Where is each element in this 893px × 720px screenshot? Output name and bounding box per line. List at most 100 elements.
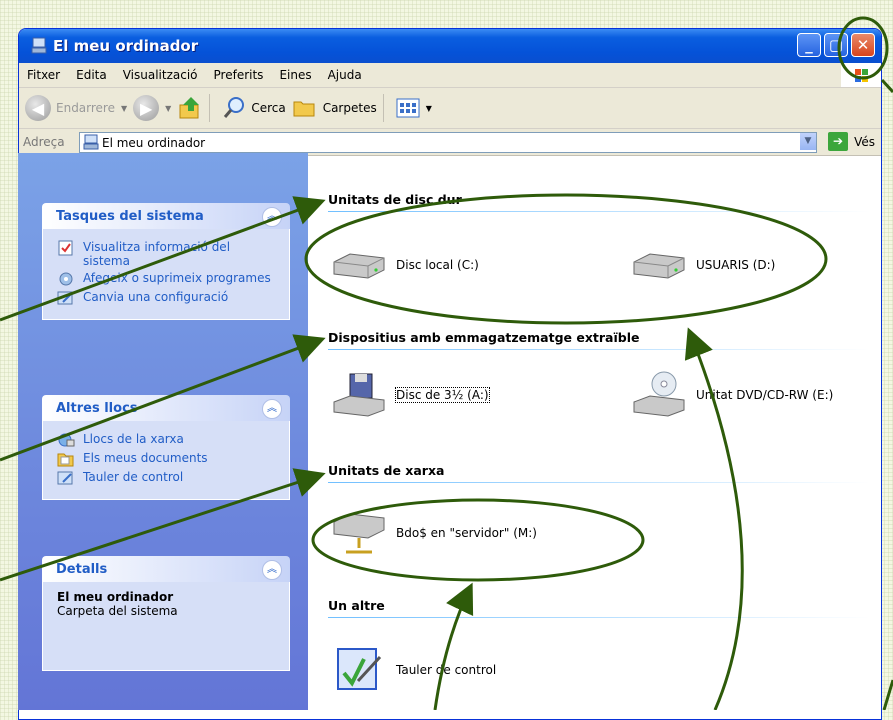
other-places-panel: Altres llocs ︽ Llocs de la xarxa Els meu… (42, 395, 290, 500)
toolbar: ◀ Endarrere ▼ ▶ ▼ Cerca Carpetes ▼ (19, 88, 881, 129)
menu-favorites[interactable]: Preferits (206, 68, 272, 82)
system-tasks-header[interactable]: Tasques del sistema ︽ (42, 203, 290, 229)
up-folder-icon (179, 97, 200, 119)
go-button[interactable]: ➔ Vés (828, 132, 875, 151)
details-title: Detalls (56, 561, 108, 577)
drive-label: Bdo$ en "servidor" (M:) (396, 526, 537, 540)
network-places-icon (58, 433, 75, 447)
address-input[interactable]: El meu ordinador ▼ (79, 132, 817, 153)
content-area: Unitats de disc dur Disc local (C:) USUA… (308, 180, 879, 710)
place-my-documents[interactable]: Els meus documents (57, 451, 279, 467)
back-button[interactable]: ◀ Endarrere ▼ (25, 95, 127, 121)
task-view-system-info[interactable]: Visualitza informació del sistema (57, 240, 279, 268)
place-label: Els meus documents (83, 451, 208, 465)
group-hard-disks: Unitats de disc dur (328, 192, 869, 212)
group-header: Unitats de disc dur (328, 192, 869, 212)
drive-label: Disc local (C:) (396, 258, 479, 272)
control-panel-icon (337, 648, 382, 690)
my-computer-icon (83, 134, 99, 150)
address-dropdown-icon[interactable]: ▼ (799, 133, 816, 150)
drive-a[interactable]: Disc de 3½ (A:) (328, 370, 490, 420)
add-remove-programs-icon (59, 272, 73, 286)
go-arrow-icon: ➔ (828, 132, 849, 151)
drive-label: USUARIS (D:) (696, 258, 776, 272)
place-label: Tauler de control (83, 470, 184, 484)
system-tasks-title: Tasques del sistema (56, 208, 204, 224)
system-info-icon (58, 240, 73, 256)
task-label: Canvia una configuració (83, 290, 229, 304)
search-icon (224, 97, 245, 118)
system-tasks-panel: Tasques del sistema ︽ Visualitza informa… (42, 203, 290, 320)
menu-tools[interactable]: Eines (271, 68, 319, 82)
drive-label: Unitat DVD/CD-RW (E:) (696, 388, 834, 402)
close-button[interactable]: ✕ (851, 33, 875, 57)
my-computer-icon (31, 37, 47, 54)
search-label: Cerca (251, 101, 286, 115)
task-label: Afegeix o suprimeix programes (83, 271, 271, 285)
details-name: El meu ordinador (57, 590, 174, 604)
back-arrow-icon: ◀ (25, 95, 51, 121)
control-panel-icon (57, 471, 73, 485)
views-dropdown-icon[interactable]: ▼ (426, 104, 432, 113)
drive-e[interactable]: Unitat DVD/CD-RW (E:) (628, 370, 833, 420)
folders-icon (293, 101, 315, 117)
other-places-title: Altres llocs (56, 400, 138, 416)
search-button[interactable]: Cerca (222, 96, 286, 120)
group-removable: Dispositius amb emmagatzematge extraïble (328, 330, 869, 350)
collapse-chevron-icon[interactable]: ︽ (262, 207, 282, 227)
back-dropdown-icon[interactable]: ▼ (121, 104, 127, 113)
drive-m[interactable]: Bdo$ en "servidor" (M:) (328, 508, 537, 558)
maximize-button[interactable]: ▢ (824, 33, 848, 57)
menu-bar: Fitxer Edita Visualització Preferits Ein… (19, 63, 881, 88)
forward-dropdown-icon[interactable]: ▼ (165, 104, 171, 113)
floppy-drive-icon (333, 373, 385, 417)
collapse-chevron-icon[interactable]: ︽ (262, 399, 282, 419)
menu-help[interactable]: Ajuda (320, 68, 370, 82)
forward-arrow-icon: ▶ (133, 95, 160, 121)
dvd-drive-icon (633, 371, 685, 417)
windows-logo-icon (841, 63, 881, 87)
group-network: Unitats de xarxa (328, 463, 869, 483)
my-documents-icon (57, 453, 74, 467)
task-label: Visualitza informació del sistema (83, 240, 231, 268)
menu-view[interactable]: Visualització (115, 68, 206, 82)
group-header: Un altre (328, 598, 869, 618)
minimize-button[interactable]: _ (797, 33, 821, 57)
control-panel-icon (57, 291, 73, 305)
hard-disk-icon (633, 253, 685, 279)
drive-c[interactable]: Disc local (C:) (328, 240, 479, 290)
network-drive-icon (333, 513, 385, 554)
back-label: Endarrere (56, 101, 115, 115)
place-label: Llocs de la xarxa (83, 432, 184, 446)
views-button[interactable]: ▼ (396, 97, 432, 119)
details-panel: Detalls ︽ El meu ordinador Carpeta del s… (42, 556, 290, 671)
address-bar: Adreça El meu ordinador ▼ ➔ Vés (19, 129, 881, 156)
task-change-setting[interactable]: Canvia una configuració (57, 290, 279, 306)
details-subtitle: Carpeta del sistema (57, 604, 178, 618)
folders-label: Carpetes (322, 101, 377, 115)
task-pane: Tasques del sistema ︽ Visualitza informa… (18, 153, 308, 710)
drive-d[interactable]: USUARIS (D:) (628, 240, 775, 290)
place-network[interactable]: Llocs de la xarxa (57, 432, 279, 448)
menu-edit[interactable]: Edita (68, 68, 115, 82)
forward-button[interactable]: ▶ ▼ (133, 95, 171, 121)
window-title: El meu ordinador (53, 37, 199, 55)
go-label: Vés (854, 134, 875, 149)
menu-file[interactable]: Fitxer (19, 68, 68, 82)
address-value: El meu ordinador (102, 135, 206, 150)
details-header[interactable]: Detalls ︽ (42, 556, 290, 582)
folders-button[interactable]: Carpetes (292, 96, 377, 120)
title-bar[interactable]: El meu ordinador _ ▢ ✕ (19, 29, 881, 63)
group-other: Un altre (328, 598, 869, 618)
other-places-header[interactable]: Altres llocs ︽ (42, 395, 290, 421)
hard-disk-icon (333, 253, 385, 279)
group-header: Dispositius amb emmagatzematge extraïble (328, 330, 869, 350)
up-folder-button[interactable] (177, 95, 203, 121)
collapse-chevron-icon[interactable]: ︽ (262, 560, 282, 580)
views-icon (396, 98, 420, 118)
annotation-line (880, 78, 893, 94)
place-control-panel[interactable]: Tauler de control (57, 470, 279, 486)
item-label: Tauler de control (396, 663, 497, 677)
task-add-remove-programs[interactable]: Afegeix o suprimeix programes (57, 271, 279, 287)
control-panel-item[interactable]: Tauler de control (328, 645, 496, 695)
